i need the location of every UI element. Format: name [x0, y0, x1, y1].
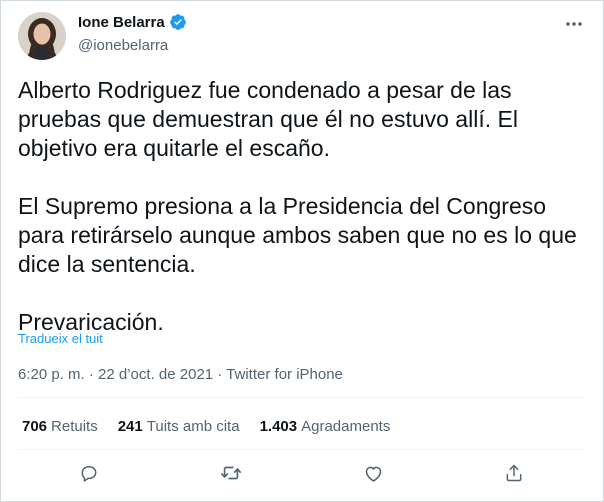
tweet-paragraph: El Supremo presiona a la Presidencia del… [18, 193, 577, 277]
likes-stat[interactable]: 1.403 Agradaments [260, 418, 391, 435]
quote-tweets-label: Tuits amb cita [146, 418, 240, 435]
likes-label: Agradaments [301, 418, 391, 435]
tweet-paragraph: Alberto Rodriguez fue condenado a pesar … [18, 77, 518, 161]
retweet-icon[interactable] [220, 462, 242, 484]
more-options-icon[interactable] [562, 14, 586, 34]
avatar-photo [18, 12, 66, 60]
tweet-timestamp[interactable]: 6:20 p. m. · 22 d’oct. de 2021 · Twitter… [18, 366, 343, 383]
divider [18, 397, 584, 398]
engagement-stats: 706 Retuits 241 Tuits amb cita 1.403 Agrada… [22, 418, 410, 435]
quote-tweets-count: 241 [117, 418, 143, 435]
translate-link[interactable]: Tradueix el tuit [18, 331, 103, 346]
verified-badge-icon [169, 14, 186, 30]
like-icon[interactable] [362, 462, 384, 484]
retweets-stat[interactable]: 706 Retuits [22, 418, 98, 435]
retweets-count: 706 [22, 418, 48, 435]
reply-icon[interactable] [78, 462, 100, 484]
quote-tweets-stat[interactable]: 241 Tuits amb cita [118, 418, 240, 435]
tweet-text: Alberto Rodriguez fue condenado a pesar … [18, 76, 584, 337]
likes-count: 1.403 [259, 418, 298, 435]
action-bar [0, 462, 604, 490]
divider [18, 449, 584, 450]
author-handle[interactable]: @ionebelarra [78, 37, 168, 54]
share-icon[interactable] [503, 462, 525, 484]
retweets-label: Retuits [51, 418, 98, 435]
author-display-name[interactable]: Ione Belarra [78, 14, 165, 31]
avatar[interactable] [18, 12, 66, 60]
